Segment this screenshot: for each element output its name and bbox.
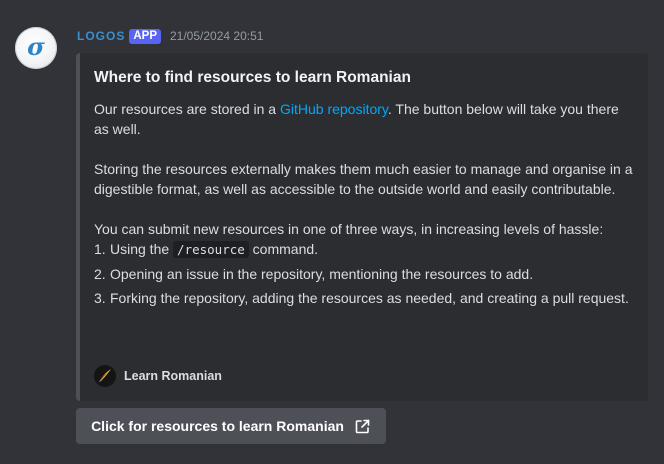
list-item: 3. Forking the repository, adding the re… [94,288,634,308]
resources-link-button[interactable]: Click for resources to learn Romanian [76,408,386,444]
step-text: Using the [110,241,174,257]
step-text: Opening an issue in the repository, ment… [110,266,534,282]
steps-list: 1. Using the /resource command. 2. Openi… [94,239,634,308]
app-badge: APP [129,28,161,44]
intro-text: Our resources are stored in a [94,101,280,117]
embed-title: Where to find resources to learn Romania… [94,69,411,86]
step-text: Forking the repository, adding the resou… [110,290,629,306]
sigma-logo-icon: σ [27,31,45,61]
list-item: 1. Using the /resource command. [94,239,634,260]
romanian-feather-logo-icon [94,365,116,387]
list-number: 1. [94,241,106,257]
message-header: LOGOS APP 21/05/2024 20:51 [77,27,263,45]
author-name[interactable]: LOGOS [77,29,125,43]
resources-link-button-label: Click for resources to learn Romanian [91,418,344,434]
list-number: 2. [94,266,106,282]
embed-paragraph-storage: Storing the resources externally makes t… [94,161,633,197]
footer-text: Learn Romanian [124,369,222,383]
external-link-icon [354,418,371,435]
list-number: 3. [94,290,106,306]
step-text-end: command. [248,241,319,257]
list-item: 2. Opening an issue in the repository, m… [94,264,634,284]
resource-command-code: /resource [173,241,249,258]
embed-intro: Our resources are stored in a GitHub rep… [94,99,634,139]
message-timestamp: 21/05/2024 20:51 [170,29,264,43]
avatar[interactable]: σ [15,27,57,69]
embed-footer: Learn Romanian [94,364,222,388]
embed-card: Where to find resources to learn Romania… [76,53,648,401]
github-repository-link[interactable]: GitHub repository [280,101,388,117]
embed-paragraph-submit: You can submit new resources in one of t… [94,221,604,237]
embed-description: Our resources are stored in a GitHub rep… [94,99,634,312]
bot-message: σ LOGOS APP 21/05/2024 20:51 Where to fi… [0,0,664,464]
